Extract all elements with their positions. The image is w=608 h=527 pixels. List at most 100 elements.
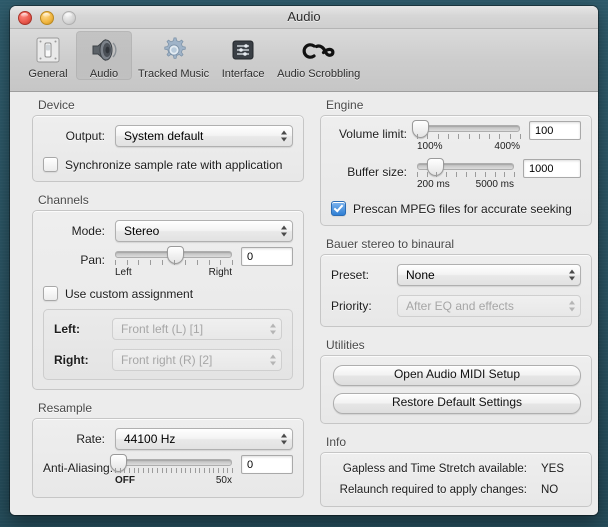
toolbar-item-general[interactable]: General bbox=[20, 31, 76, 80]
mode-select[interactable]: Stereo bbox=[115, 220, 293, 242]
pan-scale-low: Left bbox=[115, 267, 132, 278]
engine-box: Volume limit: 100% 400% 100 Buffer size:… bbox=[320, 115, 592, 226]
buffer-size-slider[interactable]: 200 ms 5000 ms bbox=[417, 158, 515, 192]
gear-icon bbox=[159, 34, 189, 66]
device-group-title: Device bbox=[38, 98, 75, 112]
toolbar-label-general: General bbox=[28, 68, 68, 80]
output-select[interactable]: System default bbox=[115, 125, 293, 147]
preferences-toolbar: General Audio Tracked Music Interface Au… bbox=[10, 29, 598, 92]
utilities-group-title: Utilities bbox=[326, 338, 365, 352]
preset-select-value: None bbox=[406, 268, 435, 282]
pan-slider[interactable]: Left Right bbox=[115, 246, 233, 280]
right-channel-select[interactable]: Front right (R) [2] bbox=[112, 349, 282, 371]
priority-label: Priority: bbox=[331, 299, 372, 313]
prescan-label: Prescan MPEG files for accurate seeking bbox=[353, 201, 572, 216]
info-label-relaunch: Relaunch required to apply changes: bbox=[339, 484, 527, 496]
buffer-size-slider-scale: 200 ms 5000 ms bbox=[417, 179, 514, 192]
priority-row: Priority: After EQ and effects bbox=[331, 295, 581, 317]
mode-row: Mode: Stereo bbox=[43, 220, 293, 242]
aa-scale-high: 50x bbox=[215, 475, 232, 486]
buffer-scale-low: 200 ms bbox=[417, 179, 450, 190]
custom-assignment-checkbox[interactable] bbox=[43, 286, 58, 301]
info-group-title: Info bbox=[326, 435, 347, 449]
volume-scale-low: 100% bbox=[417, 141, 443, 152]
volume-scale-high: 400% bbox=[494, 141, 520, 152]
volume-limit-value-field[interactable]: 100 bbox=[529, 121, 581, 140]
output-row: Output: System default bbox=[43, 125, 293, 147]
channels-group: Channels Mode: Stereo Pan: Left Right 0 … bbox=[32, 193, 304, 390]
restore-default-settings-button[interactable]: Restore Default Settings bbox=[333, 393, 581, 414]
left-channel-label: Left: bbox=[54, 322, 80, 336]
left-channel-select[interactable]: Front left (L) [1] bbox=[112, 318, 282, 340]
pan-slider-track[interactable] bbox=[115, 246, 232, 264]
toolbar-item-audio[interactable]: Audio bbox=[76, 31, 132, 80]
buffer-size-row: Buffer size: 200 ms 5000 ms 1000 bbox=[331, 158, 581, 192]
pan-label: Pan: bbox=[80, 253, 105, 267]
buffer-size-slider-ticks bbox=[417, 172, 515, 178]
stepper-arrows-icon bbox=[281, 433, 287, 445]
anti-aliasing-slider-scale: OFF 50x bbox=[115, 475, 232, 488]
mode-label: Mode: bbox=[71, 224, 105, 238]
pan-value-field[interactable]: 0 bbox=[241, 247, 293, 266]
anti-aliasing-row: Anti-Aliasing: OFF 50x 0 bbox=[43, 454, 293, 488]
toolbar-item-audio-scrobbling[interactable]: Audio Scrobbling bbox=[271, 31, 366, 80]
output-select-value: System default bbox=[124, 129, 204, 143]
prescan-row[interactable]: Prescan MPEG files for accurate seeking bbox=[331, 201, 581, 216]
toolbar-item-interface[interactable]: Interface bbox=[215, 31, 271, 80]
anti-aliasing-value-field[interactable]: 0 bbox=[241, 455, 293, 474]
volume-limit-slider-track[interactable] bbox=[412, 120, 520, 138]
pan-slider-scale: Left Right bbox=[115, 267, 232, 280]
stepper-arrows-icon bbox=[569, 269, 575, 281]
pan-slider-ticks bbox=[115, 260, 233, 266]
left-column: Device Output: System default Synchroniz… bbox=[32, 98, 304, 509]
sync-sample-rate-row[interactable]: Synchronize sample rate with application bbox=[43, 157, 293, 172]
volume-limit-slider[interactable]: 100% 400% bbox=[412, 120, 521, 154]
preferences-content: Device Output: System default Synchroniz… bbox=[10, 92, 598, 515]
utilities-box: Open Audio MIDI Setup Restore Default Se… bbox=[320, 355, 592, 424]
open-audio-midi-setup-button[interactable]: Open Audio MIDI Setup bbox=[333, 365, 581, 386]
channels-box: Mode: Stereo Pan: Left Right 0 Use custo… bbox=[32, 210, 304, 390]
rate-select[interactable]: 44100 Hz bbox=[115, 428, 293, 450]
sync-sample-rate-checkbox[interactable] bbox=[43, 157, 58, 172]
rate-row: Rate: 44100 Hz bbox=[43, 428, 293, 450]
mode-select-value: Stereo bbox=[124, 224, 160, 238]
pan-scale-high: Right bbox=[208, 267, 232, 278]
preset-label: Preset: bbox=[331, 268, 370, 282]
info-value-gapless: YES bbox=[541, 463, 565, 475]
info-row: Relaunch required to apply changes: NO bbox=[331, 484, 581, 496]
info-box: Gapless and Time Stretch available: YES … bbox=[320, 452, 592, 507]
stepper-arrows-icon bbox=[569, 300, 575, 312]
rate-label: Rate: bbox=[76, 432, 105, 446]
aa-scale-low: OFF bbox=[115, 475, 135, 486]
resample-group: Resample Rate: 44100 Hz Anti-Aliasing: O… bbox=[32, 401, 304, 498]
switch-plate-icon bbox=[35, 34, 61, 66]
sliders-panel-icon bbox=[229, 34, 257, 66]
toolbar-label-audio-scrobbling: Audio Scrobbling bbox=[277, 68, 361, 80]
info-row: Gapless and Time Stretch available: YES bbox=[331, 463, 581, 475]
channel-assignment-subbox: Left: Front left (L) [1] Right: Front ri… bbox=[43, 309, 293, 380]
toolbar-item-tracked-music[interactable]: Tracked Music bbox=[132, 31, 215, 80]
preset-select[interactable]: None bbox=[397, 264, 581, 286]
priority-select[interactable]: After EQ and effects bbox=[397, 295, 581, 317]
anti-aliasing-slider[interactable]: OFF 50x bbox=[110, 454, 233, 488]
device-box: Output: System default Synchronize sampl… bbox=[32, 115, 304, 182]
priority-select-value: After EQ and effects bbox=[406, 299, 514, 313]
speaker-icon bbox=[89, 34, 119, 66]
buffer-size-value-field[interactable]: 1000 bbox=[523, 159, 581, 178]
engine-group: Engine Volume limit: 100% 400% 100 Buffe… bbox=[320, 98, 592, 226]
info-group: Info Gapless and Time Stretch available:… bbox=[320, 435, 592, 507]
resample-group-title: Resample bbox=[38, 401, 93, 415]
bauer-group: Bauer stereo to binaural Preset: None Pr… bbox=[320, 237, 592, 327]
custom-assignment-row[interactable]: Use custom assignment bbox=[43, 286, 293, 301]
custom-assignment-label: Use custom assignment bbox=[65, 286, 194, 301]
stepper-arrows-icon bbox=[281, 225, 287, 237]
toolbar-label-interface: Interface bbox=[221, 68, 265, 80]
buffer-size-slider-track[interactable] bbox=[417, 158, 514, 176]
window-titlebar[interactable]: Audio bbox=[10, 6, 598, 29]
volume-limit-row: Volume limit: 100% 400% 100 bbox=[331, 120, 581, 154]
anti-aliasing-slider-track[interactable] bbox=[110, 454, 232, 472]
output-label: Output: bbox=[65, 129, 105, 143]
prescan-checkbox[interactable] bbox=[331, 201, 346, 216]
right-channel-label: Right: bbox=[54, 353, 89, 367]
right-channel-value: Front right (R) [2] bbox=[121, 353, 213, 367]
